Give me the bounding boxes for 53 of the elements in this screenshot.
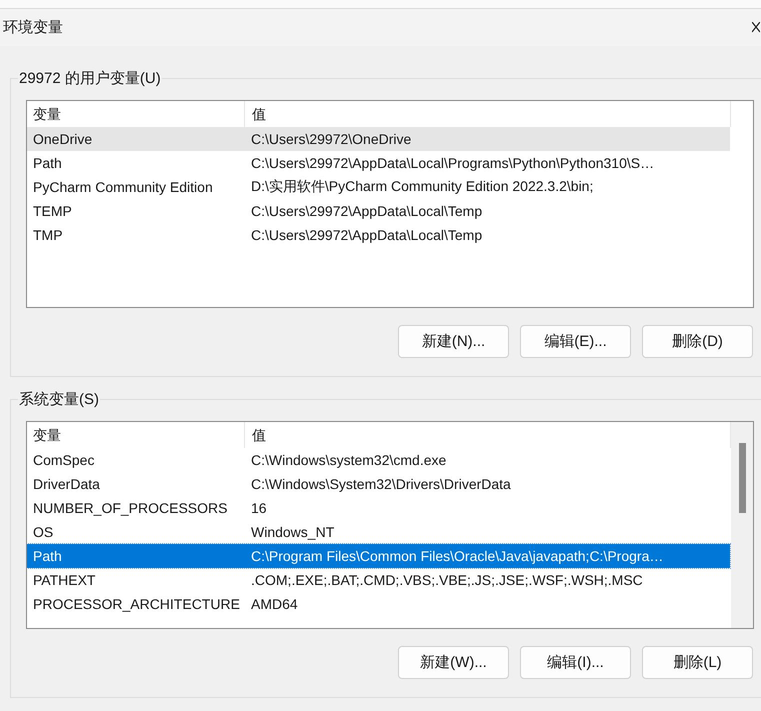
list-row[interactable]: DriverData C:\Windows\System32\Drivers\DriverData — [27, 472, 730, 496]
action-button[interactable]: 编辑(E)... — [520, 325, 631, 358]
variable-value: Windows_NT — [250, 524, 336, 540]
list-row[interactable]: OneDrive C:\Users\29972\OneDrive — [27, 127, 730, 151]
window-title: 环境变量 — [2, 18, 63, 37]
variable-name: PROCESSOR_ARCHITECTURE — [32, 596, 241, 612]
list-row[interactable]: Path C:\Program Files\Common Files\Oracle\Java\javapath;C:\Progra… — [27, 544, 730, 568]
group-title: 29972 的用户变量(U) — [18, 69, 162, 88]
variable-name: PATHEXT — [32, 572, 96, 588]
column-header[interactable]: 值 — [245, 101, 732, 127]
action-button[interactable]: 编辑(I)... — [520, 646, 631, 679]
list-row[interactable]: NUMBER_OF_PROCESSORS 16 — [27, 496, 730, 520]
variable-list[interactable] — [26, 421, 754, 629]
variable-value: C:\Users\29972\OneDrive — [250, 131, 412, 147]
action-button[interactable]: 删除(L) — [642, 646, 753, 679]
list-row[interactable]: ComSpec C:\Windows\system32\cmd.exe — [27, 448, 730, 472]
close-icon[interactable] — [752, 22, 760, 34]
variable-value: C:\Users\29972\AppData\Local\Temp — [250, 227, 484, 243]
group-title: 系统变量(S) — [18, 390, 100, 409]
scrollbar[interactable] — [731, 422, 753, 628]
variable-value: D:\实用软件\PyCharm Community Edition 2022.3.2\bin; — [250, 178, 594, 196]
variable-name: DriverData — [32, 476, 101, 492]
list-row[interactable]: PROCESSOR_ARCHITECTURE AMD64 — [27, 592, 730, 616]
list-row[interactable]: TEMP C:\Users\29972\AppData\Local\Temp — [27, 199, 730, 223]
variable-name: TMP — [32, 227, 64, 243]
scroll-thumb[interactable] — [739, 443, 746, 513]
action-button[interactable]: 新建(N)... — [398, 325, 509, 358]
list-row[interactable]: PATHEXT .COM;.EXE;.BAT;.CMD;.VBS;.VBE;.JS;.JSE;.WSF;.WSH;.MSC — [27, 568, 730, 592]
variable-value: C:\Program Files\Common Files\Oracle\Java\javapath;C:\Progra… — [250, 548, 664, 564]
variable-name: NUMBER_OF_PROCESSORS — [32, 500, 228, 516]
variable-value: C:\Users\29972\AppData\Local\Temp — [250, 203, 484, 219]
variable-name: Path — [32, 155, 63, 171]
variable-name: PyCharm Community Edition — [32, 179, 214, 195]
list-row[interactable]: Path C:\Users\29972\AppData\Local\Programs\Python\Python310\S… — [27, 151, 730, 175]
variable-value: C:\Users\29972\AppData\Local\Programs\Python\Python310\S… — [250, 155, 656, 171]
list-row[interactable]: OS Windows_NT — [27, 520, 730, 544]
action-button[interactable]: 新建(W)... — [398, 646, 509, 679]
variable-name: ComSpec — [32, 452, 96, 468]
variable-value: AMD64 — [250, 596, 299, 612]
variable-list[interactable] — [26, 100, 754, 308]
variable-name: OneDrive — [32, 131, 94, 147]
variable-value: .COM;.EXE;.BAT;.CMD;.VBS;.VBE;.JS;.JSE;.WSF;.WSH;.MSC — [250, 572, 644, 588]
action-button[interactable]: 删除(D) — [642, 325, 753, 358]
column-header[interactable]: 变量 — [27, 422, 245, 448]
list-row[interactable]: PyCharm Community Edition D:\实用软件\PyCharm Community Edition 2022.3.2\bin; — [27, 175, 730, 199]
variable-name: Path — [32, 548, 63, 564]
variable-value: 16 — [250, 500, 268, 516]
variable-name: TEMP — [32, 203, 73, 219]
variable-value: C:\Windows\system32\cmd.exe — [250, 452, 448, 468]
variable-name: OS — [32, 524, 54, 540]
column-header[interactable]: 值 — [245, 422, 732, 448]
list-row[interactable]: TMP C:\Users\29972\AppData\Local\Temp — [27, 223, 730, 247]
variable-value: C:\Windows\System32\Drivers\DriverData — [250, 476, 512, 492]
